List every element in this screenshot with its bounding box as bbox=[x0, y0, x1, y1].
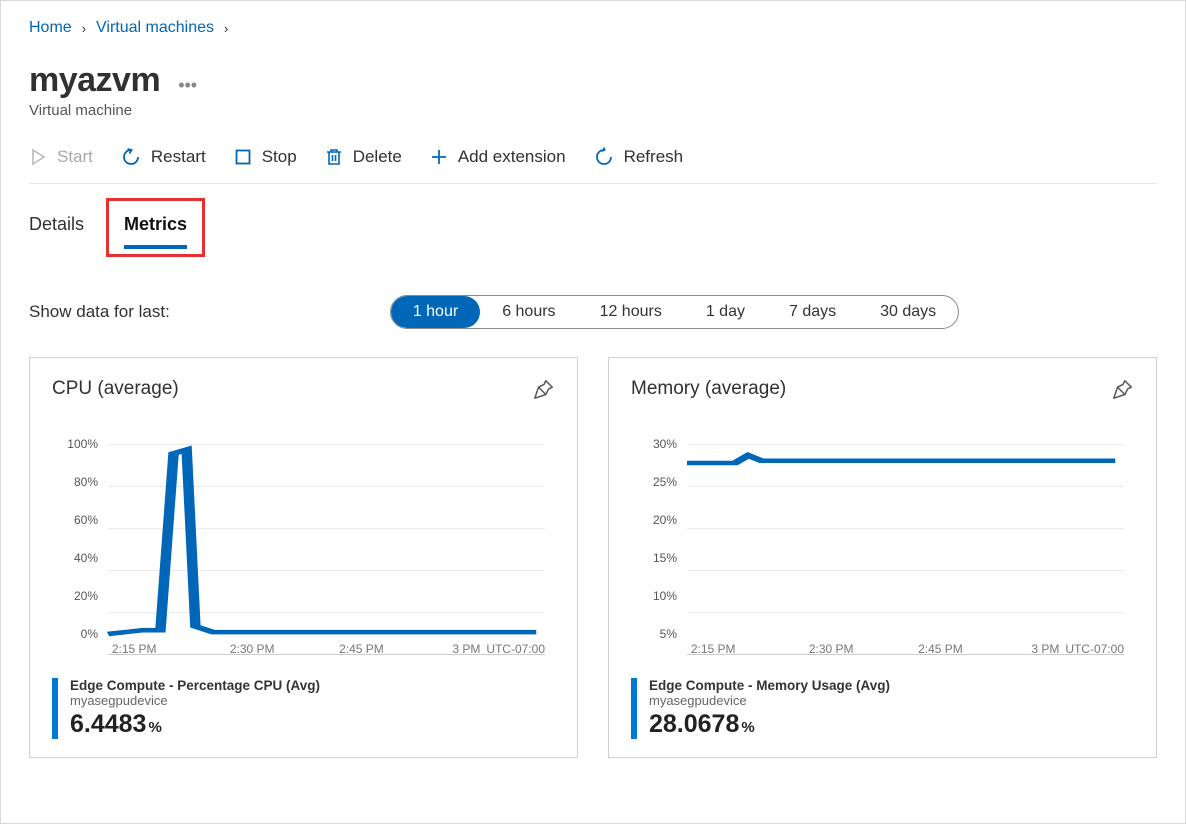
page-subtitle: Virtual machine bbox=[29, 102, 1157, 119]
memory-chart: 30% 25% 20% 15% 10% 5% 2:15 PM 2:30 PM 2… bbox=[631, 444, 1134, 654]
play-icon bbox=[29, 148, 47, 166]
memory-legend: Edge Compute - Memory Usage (Avg) myaseg… bbox=[631, 678, 1134, 739]
toolbar-label: Refresh bbox=[624, 147, 684, 167]
metric-card-title: CPU (average) bbox=[52, 378, 179, 400]
x-tick: 2:45 PM bbox=[918, 642, 963, 656]
y-tick: 5% bbox=[631, 627, 677, 641]
chevron-right-icon: › bbox=[224, 21, 228, 36]
chevron-right-icon: › bbox=[82, 21, 86, 36]
breadcrumb-home[interactable]: Home bbox=[29, 19, 72, 37]
toolbar-label: Stop bbox=[262, 147, 297, 167]
legend-value: 6.4483% bbox=[70, 710, 320, 739]
tab-details[interactable]: Details bbox=[29, 210, 84, 249]
y-tick: 100% bbox=[52, 437, 98, 451]
x-tick: 3 PM bbox=[452, 642, 480, 656]
x-tick: 2:30 PM bbox=[230, 642, 275, 656]
y-tick: 15% bbox=[631, 551, 677, 565]
toolbar-label: Start bbox=[57, 147, 93, 167]
x-tick-tz: UTC-07:00 bbox=[486, 642, 545, 656]
memory-series-line bbox=[687, 455, 1115, 463]
trash-icon bbox=[325, 147, 343, 167]
metric-card-cpu: CPU (average) 100% 80% 60% 40% 20% 0% 2:… bbox=[29, 357, 578, 758]
timerange-6hours[interactable]: 6 hours bbox=[480, 296, 577, 328]
x-tick: 2:15 PM bbox=[691, 642, 736, 656]
legend-series-name: Edge Compute - Percentage CPU (Avg) bbox=[70, 678, 320, 693]
refresh-icon bbox=[594, 147, 614, 167]
toolbar-label: Delete bbox=[353, 147, 402, 167]
breadcrumb: Home › Virtual machines › bbox=[29, 19, 1157, 37]
timerange-1day[interactable]: 1 day bbox=[684, 296, 767, 328]
toolbar-label: Restart bbox=[151, 147, 206, 167]
y-tick: 25% bbox=[631, 475, 677, 489]
plus-icon bbox=[430, 148, 448, 166]
x-tick-tz: UTC-07:00 bbox=[1065, 642, 1124, 656]
stop-button[interactable]: Stop bbox=[234, 147, 297, 167]
toolbar-label: Add extension bbox=[458, 147, 566, 167]
toolbar: Start Restart Stop Delete Add extension … bbox=[29, 147, 1157, 184]
pin-icon[interactable] bbox=[533, 378, 555, 400]
tab-metrics[interactable]: Metrics bbox=[124, 210, 187, 249]
legend-device: myasegpudevice bbox=[649, 693, 890, 708]
y-tick: 20% bbox=[52, 589, 98, 603]
metric-card-title: Memory (average) bbox=[631, 378, 786, 400]
y-tick: 0% bbox=[52, 627, 98, 641]
y-tick: 40% bbox=[52, 551, 98, 565]
x-tick: 2:30 PM bbox=[809, 642, 854, 656]
cpu-chart: 100% 80% 60% 40% 20% 0% 2:15 PM 2:30 PM … bbox=[52, 444, 555, 654]
refresh-button[interactable]: Refresh bbox=[594, 147, 684, 167]
y-tick: 80% bbox=[52, 475, 98, 489]
timerange-7days[interactable]: 7 days bbox=[767, 296, 858, 328]
cpu-series-line bbox=[108, 450, 536, 634]
breadcrumb-vms[interactable]: Virtual machines bbox=[96, 19, 214, 37]
y-tick: 10% bbox=[631, 589, 677, 603]
timerange-1hour[interactable]: 1 hour bbox=[391, 296, 480, 328]
timerange-30days[interactable]: 30 days bbox=[858, 296, 958, 328]
legend-series-name: Edge Compute - Memory Usage (Avg) bbox=[649, 678, 890, 693]
metric-card-memory: Memory (average) 30% 25% 20% 15% 10% 5% … bbox=[608, 357, 1157, 758]
x-tick: 2:15 PM bbox=[112, 642, 157, 656]
tabs: Details Metrics bbox=[29, 210, 1157, 249]
legend-device: myasegpudevice bbox=[70, 693, 320, 708]
timerange-12hours[interactable]: 12 hours bbox=[578, 296, 684, 328]
x-tick: 2:45 PM bbox=[339, 642, 384, 656]
restart-icon bbox=[121, 147, 141, 167]
legend-color-bar bbox=[631, 678, 637, 739]
restart-button[interactable]: Restart bbox=[121, 147, 206, 167]
legend-color-bar bbox=[52, 678, 58, 739]
start-button: Start bbox=[29, 147, 93, 167]
page-title: myazvm bbox=[29, 61, 160, 100]
timerange-label: Show data for last: bbox=[29, 302, 170, 322]
more-icon[interactable]: ••• bbox=[178, 75, 197, 96]
stop-icon bbox=[234, 148, 252, 166]
pin-icon[interactable] bbox=[1112, 378, 1134, 400]
x-tick: 3 PM bbox=[1031, 642, 1059, 656]
add-extension-button[interactable]: Add extension bbox=[430, 147, 566, 167]
timerange-selector: 1 hour 6 hours 12 hours 1 day 7 days 30 … bbox=[390, 295, 959, 329]
cpu-legend: Edge Compute - Percentage CPU (Avg) myas… bbox=[52, 678, 555, 739]
y-tick: 20% bbox=[631, 513, 677, 527]
y-tick: 30% bbox=[631, 437, 677, 451]
delete-button[interactable]: Delete bbox=[325, 147, 402, 167]
legend-value: 28.0678% bbox=[649, 710, 890, 739]
y-tick: 60% bbox=[52, 513, 98, 527]
